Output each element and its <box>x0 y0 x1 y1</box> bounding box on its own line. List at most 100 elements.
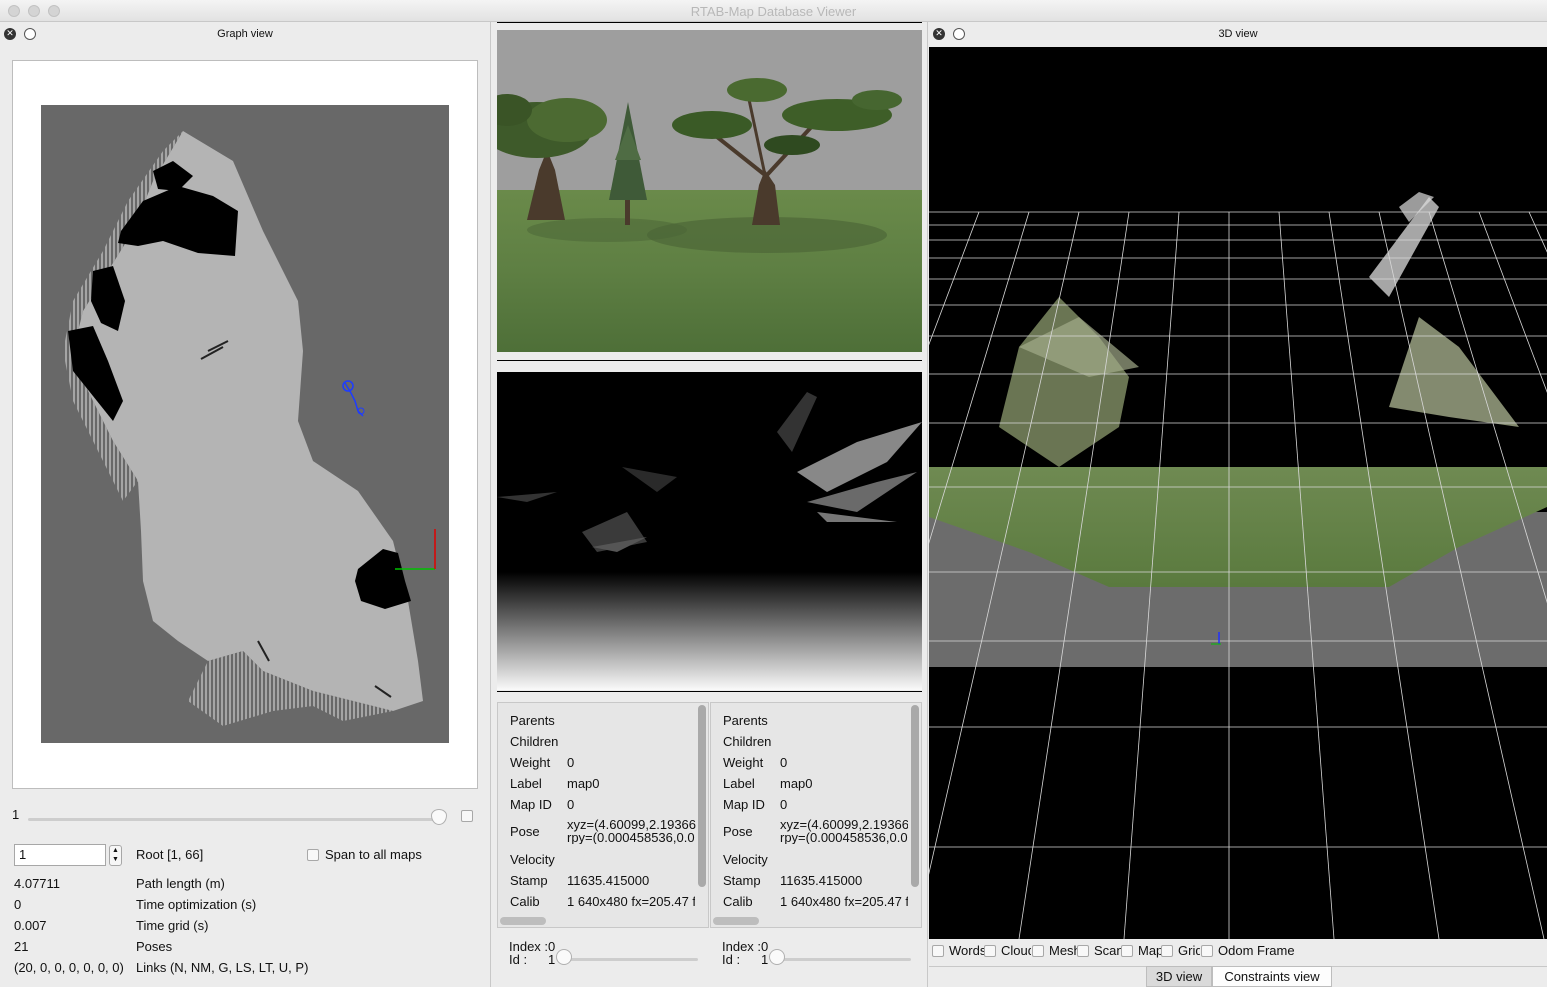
graph-canvas[interactable] <box>12 60 478 789</box>
info-label: Calib <box>510 894 540 909</box>
index-slider-left[interactable] <box>560 958 698 961</box>
id-value-right: 1 <box>761 952 769 967</box>
horizontal-scrollbar[interactable] <box>500 917 546 925</box>
rgb-image-view[interactable] <box>497 30 922 352</box>
vertical-scrollbar[interactable] <box>911 705 919 887</box>
odom-frame-label: Odom Frame <box>1218 943 1295 958</box>
id-value-left: 1 <box>548 952 556 967</box>
graph-slider-checkbox[interactable] <box>461 810 473 822</box>
cloud-checkbox[interactable] <box>984 945 996 957</box>
pose-value: xyz=(4.60099,2.19366 rpy=(0.000458536,0.0 <box>567 818 697 844</box>
info-label: Calib <box>723 894 753 909</box>
depth-image-view[interactable] <box>497 372 922 690</box>
node-info-panel-right[interactable]: Parents Children Weight 0 Label map0 Map… <box>710 702 922 928</box>
grid-checkbox[interactable] <box>1161 945 1173 957</box>
occupancy-grid-map <box>41 105 449 743</box>
stat-value: 0 <box>14 897 22 912</box>
words-checkbox[interactable] <box>932 945 944 957</box>
info-label: Map ID <box>723 797 765 812</box>
splitter[interactable] <box>927 22 928 987</box>
id-label-right: Id : <box>722 952 741 967</box>
info-label: Weight <box>510 755 551 770</box>
info-value: 0 <box>567 755 575 770</box>
graph-slider-handle[interactable] <box>431 809 447 825</box>
stat-value: 21 <box>14 939 29 954</box>
info-label: Label <box>510 776 542 791</box>
stat-label: Path length (m) <box>136 876 225 891</box>
info-value: 0 <box>567 797 575 812</box>
info-label: Children <box>723 734 772 749</box>
stat-label: Time optimization (s) <box>136 897 257 912</box>
index-slider-right-handle[interactable] <box>769 949 785 965</box>
pose-value: xyz=(4.60099,2.19366 rpy=(0.000458536,0.0 <box>780 818 908 844</box>
splitter[interactable] <box>490 22 491 987</box>
words-label: Words <box>949 943 987 958</box>
id-spinbox[interactable]: 1 <box>14 844 106 866</box>
vertical-scrollbar[interactable] <box>698 705 706 887</box>
3d-view-close-icon[interactable]: ✕ <box>933 28 945 40</box>
graph-view-float-icon[interactable] <box>24 28 36 40</box>
3d-view-canvas[interactable] <box>929 47 1547 939</box>
index-slider-right[interactable] <box>773 958 911 961</box>
3d-view-title: 3D view <box>1218 28 1258 40</box>
info-label: Map ID <box>510 797 552 812</box>
info-label: Parents <box>723 713 768 728</box>
info-label: Label <box>723 776 755 791</box>
stat-label: Time grid (s) <box>136 918 209 933</box>
stat-value: (20, 0, 0, 0, 0, 0, 0) <box>14 960 124 975</box>
cloud-label: Cloud <box>1001 943 1031 958</box>
graph-view-close-icon[interactable]: ✕ <box>4 28 16 40</box>
id-label-left: Id : <box>509 952 528 967</box>
info-label: Children <box>510 734 559 749</box>
info-label: Stamp <box>723 873 761 888</box>
span-all-maps-checkbox[interactable] <box>307 849 319 861</box>
info-value: 0 <box>780 755 788 770</box>
depth-image <box>497 372 922 690</box>
3d-view-float-icon[interactable] <box>953 28 965 40</box>
stat-value: 0.007 <box>14 918 47 933</box>
span-all-maps-label: Span to all maps <box>325 847 422 862</box>
info-label: Velocity <box>723 852 768 867</box>
image-border <box>497 360 922 361</box>
info-label: Pose <box>723 824 753 839</box>
map-checkbox[interactable] <box>1121 945 1133 957</box>
mesh-label: Mesh <box>1049 943 1077 958</box>
info-value: 11635.415000 <box>567 873 650 888</box>
stat-value: 4.07711 <box>14 876 61 891</box>
window-title: RTAB-Map Database Viewer <box>690 4 857 19</box>
rgb-image <box>497 30 922 352</box>
info-value: 1 640x480 fx=205.47 f <box>567 894 695 909</box>
index-slider-left-handle[interactable] <box>556 949 572 965</box>
graph-view-title: Graph view <box>217 28 273 40</box>
grid-label: Grid <box>1178 943 1200 958</box>
info-label: Weight <box>723 755 764 770</box>
info-label: Stamp <box>510 873 548 888</box>
odom-frame-checkbox[interactable] <box>1201 945 1213 957</box>
map-label: Map <box>1138 943 1161 958</box>
tab-3d-view[interactable]: 3D view <box>1146 966 1212 987</box>
info-value: 11635.415000 <box>780 873 863 888</box>
info-label: Velocity <box>510 852 555 867</box>
id-stepper[interactable]: ▲ ▼ <box>109 845 122 866</box>
scan-label: Scan <box>1094 943 1121 958</box>
id-spinbox-value: 1 <box>19 847 27 862</box>
mesh-checkbox[interactable] <box>1032 945 1044 957</box>
image-border <box>497 691 922 692</box>
pose-rpy: rpy=(0.000458536,0.0 <box>567 830 695 844</box>
info-value: map0 <box>567 776 600 791</box>
info-label: Pose <box>510 824 540 839</box>
info-label: Parents <box>510 713 555 728</box>
graph-slider[interactable] <box>28 818 446 821</box>
info-value: map0 <box>780 776 813 791</box>
root-label: Root [1, 66] <box>136 847 204 862</box>
point-cloud-render <box>929 192 1547 939</box>
tab-constraints-view[interactable]: Constraints view <box>1212 966 1332 987</box>
stat-label: Poses <box>136 939 173 954</box>
node-info-panel-left[interactable]: Parents Children Weight 0 Label map0 Map… <box>497 702 709 928</box>
graph-slider-value: 1 <box>12 807 20 822</box>
info-value: 0 <box>780 797 788 812</box>
window-titlebar: RTAB-Map Database Viewer <box>0 0 1547 22</box>
image-border <box>497 22 922 23</box>
scan-checkbox[interactable] <box>1077 945 1089 957</box>
horizontal-scrollbar[interactable] <box>713 917 759 925</box>
